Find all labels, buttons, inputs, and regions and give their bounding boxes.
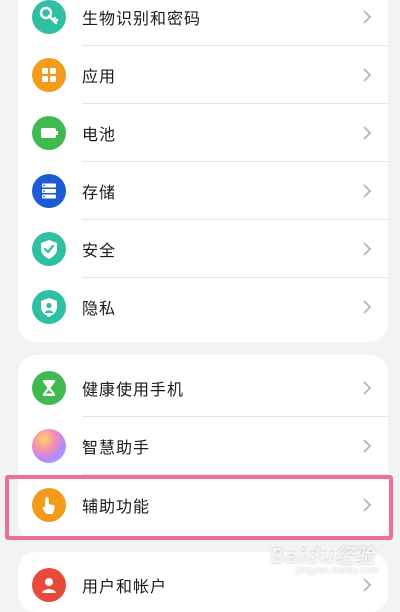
chevron-right-icon [363,184,372,198]
privacy-shield-icon [32,290,66,324]
chevron-right-icon [363,439,372,453]
security-shield-icon [32,232,66,266]
settings-item-label: 健康使用手机 [82,380,185,399]
settings-item-label: 存储 [82,183,117,202]
settings-group-card-1: 生物识别和密码 应用 电池 存储 安全 隐私 [18,0,388,342]
settings-item-digital-balance[interactable]: 健康使用手机 [18,359,388,417]
watermark-brand: Baidu经验 [270,544,375,568]
chevron-right-icon [363,300,372,314]
storage-icon [32,174,66,208]
settings-item-label: 辅助功能 [82,497,151,516]
smart-assistant-icon [32,429,66,463]
chevron-right-icon [363,498,372,512]
settings-item-accessibility[interactable]: 辅助功能 [18,476,388,534]
settings-item-security[interactable]: 安全 [18,220,388,278]
accessibility-hand-icon [32,488,66,522]
settings-item-label: 生物识别和密码 [82,9,202,28]
settings-item-label: 用户和帐户 [82,577,168,596]
chevron-right-icon [363,68,372,82]
watermark-url: jingyan.baidu.com [296,566,380,576]
settings-item-smart-assistant[interactable]: 智慧助手 [18,417,388,475]
settings-item-label: 安全 [82,241,117,260]
settings-item-label: 电池 [82,125,117,144]
settings-item-label: 隐私 [82,299,117,318]
settings-item-battery[interactable]: 电池 [18,104,388,162]
settings-group-card-2: 健康使用手机 智慧助手 辅助功能 [18,355,388,540]
chevron-right-icon [363,242,372,256]
settings-item-apps[interactable]: 应用 [18,46,388,104]
apps-icon [32,58,66,92]
key-icon [32,0,66,34]
chevron-right-icon [363,578,372,592]
settings-item-biometrics[interactable]: 生物识别和密码 [18,0,388,46]
user-icon [32,568,66,602]
battery-icon [32,116,66,150]
settings-item-privacy[interactable]: 隐私 [18,278,388,336]
settings-item-storage[interactable]: 存储 [18,162,388,220]
chevron-right-icon [363,10,372,24]
chevron-right-icon [363,381,372,395]
chevron-right-icon [363,126,372,140]
watermark: Baidu经验 jingyan.baidu.com [270,540,390,576]
settings-item-label: 应用 [82,67,117,86]
hourglass-icon [32,371,66,405]
divider [82,474,388,475]
settings-item-label: 智慧助手 [82,438,151,457]
